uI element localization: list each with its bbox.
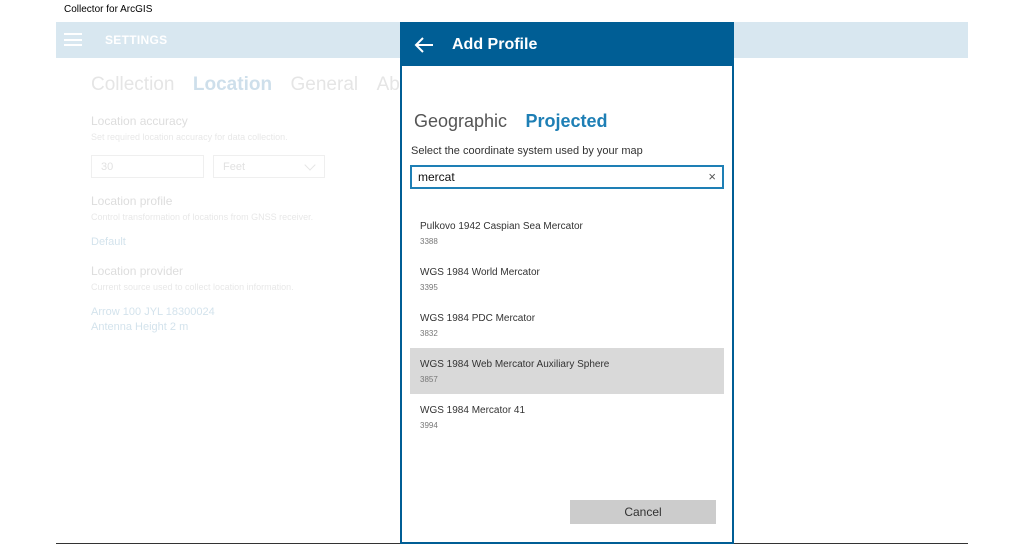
- back-arrow-icon[interactable]: [412, 33, 436, 57]
- location-provider-desc: Current source used to collect location …: [91, 282, 294, 292]
- item-code: 3395: [420, 283, 438, 292]
- item-name: WGS 1984 Web Mercator Auxiliary Sphere: [420, 359, 610, 370]
- location-profile-label: Location profile: [91, 194, 173, 208]
- item-code: 3832: [420, 329, 438, 338]
- list-item[interactable]: WGS 1984 PDC Mercator 3832: [410, 302, 724, 348]
- location-accuracy-label: Location accuracy: [91, 114, 188, 128]
- tab-location[interactable]: Location: [193, 74, 272, 95]
- cancel-button[interactable]: Cancel: [570, 500, 716, 524]
- search-box: ×: [410, 165, 724, 189]
- dialog-header: Add Profile: [402, 24, 732, 66]
- header-title: SETTINGS: [105, 33, 168, 47]
- location-provider-name[interactable]: Arrow 100 JYL 18300024: [91, 306, 215, 318]
- window-title: Collector for ArcGIS: [64, 4, 153, 15]
- item-name: WGS 1984 Mercator 41: [420, 405, 526, 416]
- item-name: WGS 1984 World Mercator: [420, 267, 540, 278]
- tab-collection[interactable]: Collection: [91, 74, 174, 95]
- clear-icon[interactable]: ×: [708, 169, 716, 185]
- window-titlebar: Collector for ArcGIS: [0, 0, 1024, 22]
- accuracy-unit-select[interactable]: Feet: [213, 155, 325, 178]
- chevron-down-icon: [304, 159, 316, 171]
- add-profile-dialog: Add Profile Geographic Projected Select …: [400, 22, 734, 544]
- tab-projected[interactable]: Projected: [526, 111, 608, 131]
- list-item[interactable]: WGS 1984 World Mercator 3395: [410, 256, 724, 302]
- tab-geographic[interactable]: Geographic: [414, 111, 507, 131]
- accuracy-input[interactable]: 30: [91, 155, 204, 178]
- item-code: 3857: [420, 375, 438, 384]
- results-list: Pulkovo 1942 Caspian Sea Mercator 3388 W…: [410, 210, 724, 440]
- search-input[interactable]: [418, 169, 698, 185]
- hamburger-menu-icon[interactable]: [64, 33, 82, 46]
- coordinate-type-tabs: Geographic Projected: [414, 111, 622, 132]
- item-name: Pulkovo 1942 Caspian Sea Mercator: [420, 221, 583, 232]
- dialog-title: Add Profile: [452, 36, 538, 53]
- accuracy-value: 30: [101, 161, 114, 173]
- settings-tabs: Collection Location General About: [91, 74, 440, 96]
- item-code: 3388: [420, 237, 438, 246]
- item-name: WGS 1984 PDC Mercator: [420, 313, 536, 324]
- location-accuracy-desc: Set required location accuracy for data …: [91, 132, 288, 142]
- instruction-text: Select the coordinate system used by you…: [411, 145, 643, 157]
- accuracy-unit-value: Feet: [223, 161, 246, 173]
- list-item[interactable]: Pulkovo 1942 Caspian Sea Mercator 3388: [410, 210, 724, 256]
- location-provider-antenna[interactable]: Antenna Height 2 m: [91, 321, 188, 333]
- list-item-selected[interactable]: WGS 1984 Web Mercator Auxiliary Sphere 3…: [410, 348, 724, 394]
- location-profile-link[interactable]: Default: [91, 236, 126, 248]
- tab-general[interactable]: General: [291, 74, 359, 95]
- location-provider-label: Location provider: [91, 264, 184, 278]
- list-item[interactable]: WGS 1984 Mercator 41 3994: [410, 394, 724, 440]
- item-code: 3994: [420, 421, 438, 430]
- location-profile-desc: Control transformation of locations from…: [91, 212, 314, 222]
